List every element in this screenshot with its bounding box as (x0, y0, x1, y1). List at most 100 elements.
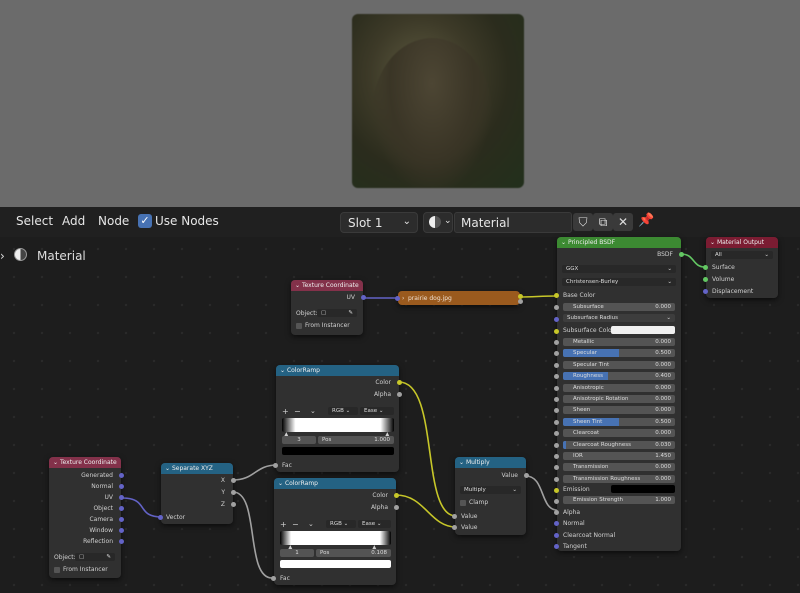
normal-socket[interactable] (554, 521, 559, 526)
stop-color-swatch[interactable] (280, 560, 391, 568)
emission-color-swatch[interactable] (611, 485, 675, 493)
subsurface-color-swatch[interactable] (611, 326, 675, 334)
bsdf-param-field[interactable]: Sheen Tint 0.500 (563, 417, 675, 426)
emission-strength-socket[interactable] (554, 499, 559, 504)
node-header[interactable]: ⌄ Principled BSDF (557, 237, 681, 248)
bsdf-param-socket[interactable] (554, 340, 559, 345)
principled-bsdf-node[interactable]: ⌄ Principled BSDF BSDF GGX ⌄ Christensen-… (554, 237, 684, 551)
image-texture-node[interactable]: › prairie dog.jpg (395, 291, 523, 305)
alpha-output-socket[interactable] (394, 505, 399, 510)
interpolation-dropdown[interactable]: Ease ⌄ (358, 520, 391, 528)
bsdf-param-field[interactable]: IOR 1.450 (563, 452, 675, 460)
stop-index-field[interactable]: 1 (280, 549, 314, 557)
colorramp-node-1[interactable]: ⌄ ColorRamp Color Alpha + − ⌄ RGB ⌄ Ease… (273, 365, 402, 472)
math-multiply-node[interactable]: ⌄ Multiply Value Multiply ⌄ Clamp Value V… (452, 457, 529, 535)
node-header[interactable]: ⌄ Multiply (455, 457, 526, 468)
stop-color-swatch[interactable] (282, 447, 394, 455)
add-stop-button[interactable]: + (280, 520, 287, 529)
texture-coordinate-node-top[interactable]: ⌄ Texture Coordinate UV Object: ▢ ✎ From… (291, 280, 366, 335)
uv-socket[interactable] (119, 495, 124, 500)
color-mode-dropdown[interactable]: RGB ⌄ (328, 407, 358, 415)
bsdf-output-socket[interactable] (679, 252, 684, 257)
camera-socket[interactable] (119, 517, 124, 522)
clamp-checkbox[interactable] (460, 500, 466, 506)
node-header[interactable]: ⌄ ColorRamp (276, 365, 399, 376)
collapse-chevron-icon[interactable]: ⌄ (561, 239, 568, 246)
bsdf-param-field[interactable]: Anisotropic Rotation 0.000 (563, 395, 675, 403)
from-instancer-checkbox[interactable] (54, 567, 60, 573)
x-output-socket[interactable] (231, 478, 236, 483)
bsdf-param-field[interactable]: Specular Tint 0.000 (563, 360, 675, 369)
subsurface-field[interactable]: Subsurface 0.000 (563, 303, 675, 311)
remove-stop-button[interactable]: − (292, 520, 299, 529)
object-picker[interactable]: ▢ ✎ (75, 553, 115, 561)
color-ramp-gradient[interactable] (282, 418, 394, 432)
bsdf-param-socket[interactable] (554, 397, 559, 402)
bsdf-param-socket[interactable] (554, 419, 559, 425)
operation-dropdown[interactable]: Multiply ⌄ (460, 486, 521, 494)
bsdf-param-field[interactable]: Transmission Roughness 0.000 (563, 474, 675, 483)
subsurface-socket[interactable] (554, 305, 559, 310)
uv-output-socket[interactable] (361, 295, 366, 300)
collapse-chevron-icon[interactable]: ⌄ (295, 282, 302, 289)
base-color-socket[interactable] (554, 293, 559, 298)
emission-socket[interactable] (554, 488, 559, 493)
value-input-2-socket[interactable] (452, 525, 457, 530)
add-stop-button[interactable]: + (282, 407, 289, 416)
value-input-1-socket[interactable] (452, 514, 457, 519)
subsurface-radius-socket[interactable] (554, 317, 559, 322)
node-header[interactable]: ⌄ Texture Coordinate (291, 280, 363, 291)
node-header[interactable]: ⌄ Texture Coordinate (49, 457, 121, 468)
reflection-socket[interactable] (119, 539, 124, 544)
interpolation-dropdown[interactable]: Ease ⌄ (360, 407, 394, 415)
z-output-socket[interactable] (231, 502, 236, 507)
bsdf-param-socket[interactable] (554, 454, 559, 459)
collapse-chevron-icon[interactable]: ⌄ (165, 465, 172, 472)
window-socket[interactable] (119, 528, 124, 533)
collapse-chevron-icon[interactable]: ⌄ (280, 367, 287, 374)
target-dropdown[interactable]: All ⌄ (711, 251, 773, 259)
bsdf-param-socket[interactable] (554, 442, 559, 448)
color-output-socket[interactable] (394, 493, 399, 498)
bsdf-param-field[interactable]: Clearcoat Roughness 0.030 (563, 440, 675, 449)
vector-input-socket[interactable] (158, 515, 163, 520)
ramp-menu-chevron-icon[interactable]: ⌄ (310, 407, 316, 415)
y-output-socket[interactable] (231, 490, 236, 495)
clearcoat-normal-socket[interactable] (554, 533, 559, 538)
subsurface-color-socket[interactable] (554, 329, 559, 334)
collapse-chevron-icon[interactable]: ⌄ (278, 480, 285, 487)
color-mode-dropdown[interactable]: RGB ⌄ (326, 520, 356, 528)
bsdf-param-field[interactable]: Roughness 0.400 (563, 372, 675, 381)
displacement-input-socket[interactable] (703, 289, 708, 294)
bsdf-param-socket[interactable] (554, 476, 559, 482)
alpha-output-socket[interactable] (518, 299, 523, 304)
stop-position-field[interactable]: Pos 1.000 (318, 436, 394, 444)
emission-strength-field[interactable]: Emission Strength 1.000 (563, 496, 675, 504)
bsdf-param-socket[interactable] (554, 351, 559, 357)
tangent-socket[interactable] (554, 544, 559, 549)
vector-input-socket[interactable] (395, 296, 400, 301)
stop-index-field[interactable]: 3 (282, 436, 316, 444)
bsdf-param-socket[interactable] (554, 465, 559, 471)
collapse-chevron-icon[interactable]: ⌄ (710, 239, 717, 246)
bsdf-param-field[interactable]: Sheen 0.000 (563, 406, 675, 415)
color-output-socket[interactable] (397, 380, 402, 385)
subsurface-method-dropdown[interactable]: Christensen-Burley ⌄ (562, 278, 676, 286)
colorramp-node-2[interactable]: ⌄ ColorRamp Color Alpha + − ⌄ RGB ⌄ Ease… (271, 478, 399, 585)
node-header[interactable]: ⌄ Separate XYZ (161, 463, 233, 474)
texture-coordinate-node[interactable]: ⌄ Texture Coordinate Generated Normal UV… (49, 457, 124, 578)
alpha-socket[interactable] (554, 510, 559, 515)
from-instancer-checkbox[interactable] (296, 323, 302, 329)
bsdf-param-socket[interactable] (554, 362, 559, 368)
separate-xyz-node[interactable]: ⌄ Separate XYZ X Y Z Vector (158, 463, 236, 524)
bsdf-param-field[interactable]: Transmission 0.000 (563, 463, 675, 472)
node-header[interactable]: ⌄ ColorRamp (274, 478, 396, 489)
bsdf-param-field[interactable]: Specular 0.500 (563, 349, 675, 358)
object-socket[interactable] (119, 506, 124, 511)
fac-input-socket[interactable] (273, 463, 278, 468)
surface-input-socket[interactable] (703, 265, 708, 270)
stop-position-field[interactable]: Pos 0.108 (316, 549, 391, 557)
alpha-output-socket[interactable] (397, 392, 402, 397)
node-header[interactable]: ⌄ Material Output (706, 237, 778, 248)
subsurface-radius-field[interactable]: Subsurface Radius ⌄ (563, 314, 675, 322)
